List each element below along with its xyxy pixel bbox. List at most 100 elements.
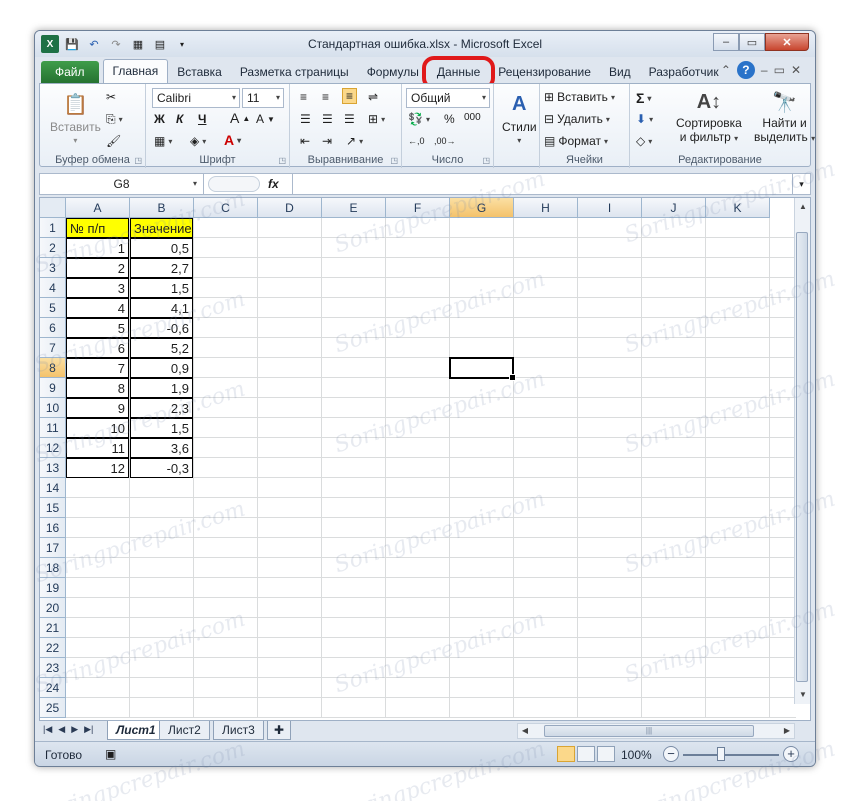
select-all-corner[interactable] xyxy=(40,198,66,218)
row-header-7[interactable]: 7 xyxy=(40,338,66,358)
ribbon-min-icon[interactable]: – xyxy=(761,63,768,77)
align-bottom-icon[interactable]: ≡ xyxy=(342,88,358,104)
row-header-11[interactable]: 11 xyxy=(40,418,66,438)
scroll-up-icon[interactable]: ▲ xyxy=(796,200,810,214)
zoom-slider-thumb[interactable] xyxy=(717,747,725,761)
horizontal-scroll-thumb[interactable]: ||| xyxy=(544,725,754,737)
bold-button[interactable]: Ж xyxy=(154,112,165,126)
help-icon[interactable]: ? xyxy=(736,61,755,79)
close-button[interactable]: ✕ xyxy=(765,33,809,51)
row-header-9[interactable]: 9 xyxy=(40,378,66,398)
normal-view-icon[interactable] xyxy=(557,746,575,762)
insert-cells-button[interactable]: ⊞ Вставить ▾ xyxy=(544,90,615,104)
table-cell[interactable]: 12 xyxy=(66,458,129,478)
align-top-icon[interactable]: ≡ xyxy=(300,90,307,104)
column-header-d[interactable]: D xyxy=(258,198,322,218)
merge-center-icon[interactable]: ⊞ ▾ xyxy=(368,112,385,126)
delete-cells-button[interactable]: ⊟ Удалить ▾ xyxy=(544,112,610,126)
tab-page-layout[interactable]: Разметка страницы xyxy=(231,61,358,83)
collapse-ribbon-icon[interactable]: ⌃ xyxy=(721,63,731,77)
table-cell[interactable]: 10 xyxy=(66,418,129,438)
column-header-c[interactable]: C xyxy=(194,198,258,218)
copy-icon[interactable]: ⎘ ▾ xyxy=(106,112,123,127)
fill-icon[interactable]: ⬇ ▾ xyxy=(636,112,653,126)
column-header-b[interactable]: B xyxy=(130,198,194,218)
scroll-down-icon[interactable]: ▼ xyxy=(796,688,810,702)
row-header-2[interactable]: 2 xyxy=(40,238,66,258)
row-header-6[interactable]: 6 xyxy=(40,318,66,338)
table-cell[interactable]: -0,3 xyxy=(130,458,193,478)
find-select-button[interactable]: 🔭 Найти и выделить ▾ xyxy=(754,88,815,145)
number-format-select[interactable]: Общий ▾ xyxy=(406,88,490,108)
table-cell[interactable]: 7 xyxy=(66,358,129,378)
table-cell[interactable]: 3,6 xyxy=(130,438,193,458)
table-cell[interactable]: -0,6 xyxy=(130,318,193,338)
vertical-scrollbar[interactable]: ▲ ▼ xyxy=(794,198,810,704)
formula-input[interactable] xyxy=(292,174,792,194)
column-header-i[interactable]: I xyxy=(578,198,642,218)
thousands-button[interactable]: 000 xyxy=(464,112,481,123)
prev-sheet-icon[interactable]: ◀ xyxy=(58,724,65,735)
column-header-a[interactable]: A xyxy=(66,198,130,218)
align-center-icon[interactable]: ☰ xyxy=(322,112,333,126)
sort-filter-button[interactable]: A↕ Сортировка и фильтр ▾ xyxy=(676,88,742,145)
increase-decimal-icon[interactable]: ←,0 xyxy=(408,136,425,146)
align-left-icon[interactable]: ☰ xyxy=(300,112,311,126)
table-cell[interactable]: 0,5 xyxy=(130,238,193,258)
column-header-f[interactable]: F xyxy=(386,198,450,218)
table-cell[interactable]: 11 xyxy=(66,438,129,458)
page-layout-view-icon[interactable] xyxy=(577,746,595,762)
table-cell[interactable]: 1 xyxy=(66,238,129,258)
row-header-23[interactable]: 23 xyxy=(40,658,66,678)
styles-button[interactable]: A Стили ▾ xyxy=(502,90,537,146)
name-box[interactable]: G8 ▾ xyxy=(40,174,204,194)
scroll-right-icon[interactable]: ▶ xyxy=(780,724,794,738)
column-header-k[interactable]: K xyxy=(706,198,770,218)
fill-color-icon[interactable]: ◈ ▾ xyxy=(190,134,206,148)
tab-developer[interactable]: Разработчик xyxy=(640,61,728,83)
align-right-icon[interactable]: ☰ xyxy=(344,112,355,126)
table-cell[interactable]: 2,3 xyxy=(130,398,193,418)
dialog-launcher-icon[interactable]: ◳ xyxy=(390,156,398,165)
borders-icon[interactable]: ▦ ▾ xyxy=(154,134,172,148)
font-name-select[interactable]: Calibri ▾ xyxy=(152,88,240,108)
last-sheet-icon[interactable]: ▶| xyxy=(84,724,93,735)
table-cell[interactable]: 0,9 xyxy=(130,358,193,378)
row-header-14[interactable]: 14 xyxy=(40,478,66,498)
row-header-24[interactable]: 24 xyxy=(40,678,66,698)
zoom-slider[interactable] xyxy=(683,754,779,756)
decrease-decimal-icon[interactable]: ,00→ xyxy=(434,136,456,146)
zoom-out-icon[interactable]: − xyxy=(663,746,679,762)
row-header-8[interactable]: 8 xyxy=(40,358,66,378)
align-middle-icon[interactable]: ≡ xyxy=(322,90,329,104)
first-sheet-icon[interactable]: |◀ xyxy=(43,724,52,735)
row-header-10[interactable]: 10 xyxy=(40,398,66,418)
table-cell[interactable]: 3 xyxy=(66,278,129,298)
table-cell[interactable]: 1,5 xyxy=(130,418,193,438)
column-header-g[interactable]: G xyxy=(450,198,514,218)
currency-icon[interactable]: 💱 ▾ xyxy=(408,112,430,126)
increase-indent-icon[interactable]: ⇥ xyxy=(322,134,332,148)
row-header-12[interactable]: 12 xyxy=(40,438,66,458)
page-break-view-icon[interactable] xyxy=(597,746,615,762)
table-cell[interactable]: 2 xyxy=(66,258,129,278)
expand-formula-bar-icon[interactable]: ▾ xyxy=(792,174,810,194)
row-header-20[interactable]: 20 xyxy=(40,598,66,618)
underline-button[interactable]: Ч xyxy=(198,112,206,126)
wrap-text-icon[interactable]: ⇌ xyxy=(368,90,378,104)
format-cells-button[interactable]: ▤ Формат ▾ xyxy=(544,134,608,148)
row-header-19[interactable]: 19 xyxy=(40,578,66,598)
zoom-in-icon[interactable]: + xyxy=(783,746,799,762)
font-color-icon[interactable]: A ▾ xyxy=(224,132,241,148)
row-header-22[interactable]: 22 xyxy=(40,638,66,658)
shrink-font-icon[interactable]: A ▼ xyxy=(256,112,275,126)
column-header-h[interactable]: H xyxy=(514,198,578,218)
table-cell[interactable]: 8 xyxy=(66,378,129,398)
row-header-4[interactable]: 4 xyxy=(40,278,66,298)
table-header-cell[interactable]: Значение xyxy=(130,218,193,238)
next-sheet-icon[interactable]: ▶ xyxy=(71,724,78,735)
ribbon-restore-icon[interactable]: ▭ xyxy=(774,63,785,77)
table-cell[interactable]: 9 xyxy=(66,398,129,418)
row-header-15[interactable]: 15 xyxy=(40,498,66,518)
grow-font-icon[interactable]: A ▲ xyxy=(230,110,250,126)
